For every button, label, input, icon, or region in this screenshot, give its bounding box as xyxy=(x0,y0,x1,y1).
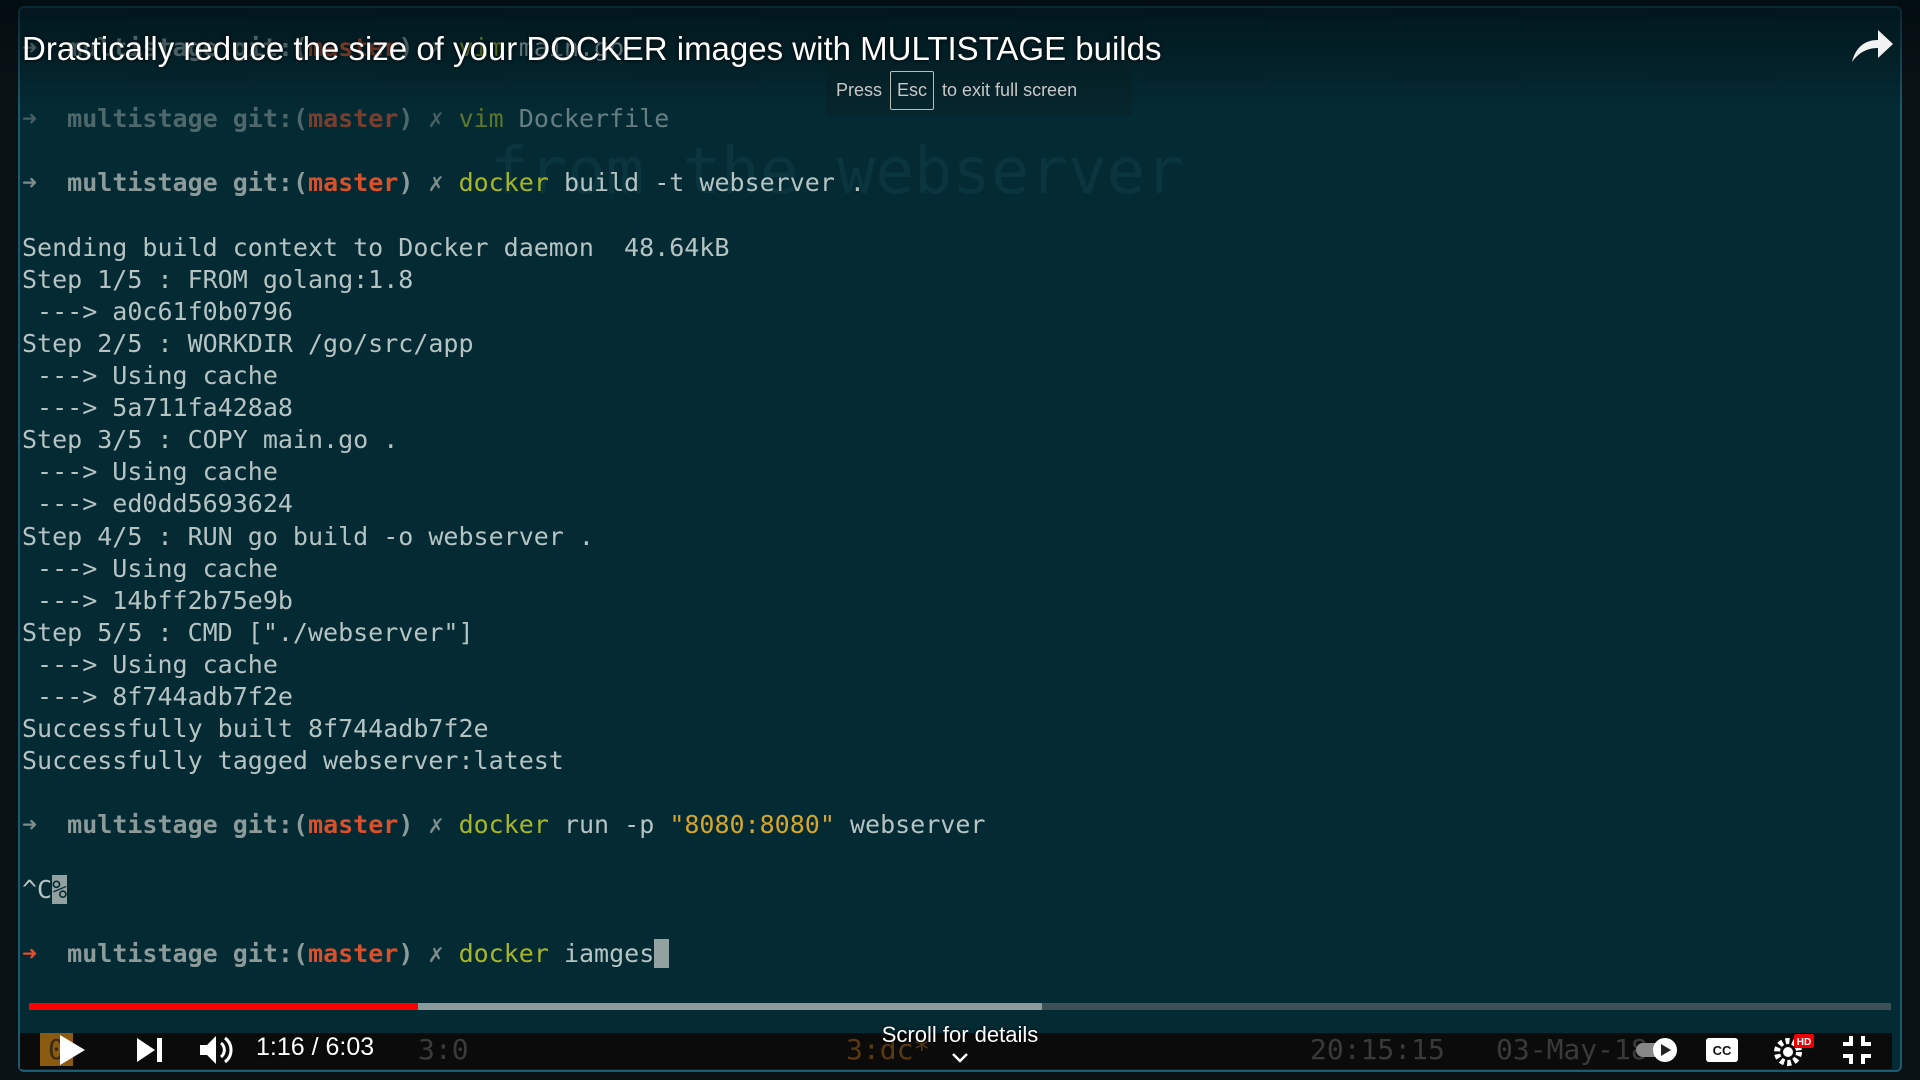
volume-icon xyxy=(200,1036,233,1064)
terminal-line: ---> 5a711fa428a8 xyxy=(22,393,293,423)
terminal-line: Step 1/5 : FROM golang:1.8 xyxy=(22,264,414,294)
terminal-line: ➜ multistage git:(master) ✗ docker run -… xyxy=(22,810,986,840)
play-button[interactable] xyxy=(52,1030,92,1070)
autoplay-icon xyxy=(1636,1038,1677,1062)
autoplay-toggle[interactable] xyxy=(1636,1030,1678,1070)
captions-button[interactable]: CC xyxy=(1704,1030,1740,1070)
scroll-for-details[interactable]: Scroll for details xyxy=(860,1022,1060,1048)
exit-fullscreen-button[interactable] xyxy=(1838,1030,1876,1070)
terminal-input-line[interactable]: ➜ multistage git:(master) ✗ docker iamge… xyxy=(22,938,985,970)
terminal-line: ---> Using cache xyxy=(22,457,278,487)
terminal-line: Step 2/5 : WORKDIR /go/src/app xyxy=(22,328,474,358)
terminal-line: ---> ed0dd5693624 xyxy=(22,489,293,519)
terminal-line: Step 5/5 : CMD ["./webserver"] xyxy=(22,617,474,647)
terminal-line: Successfully built 8f744adb7f2e xyxy=(22,714,489,744)
terminal-line: Sending build context to Docker daemon 4… xyxy=(22,232,730,262)
svg-text:HD: HD xyxy=(1797,1037,1811,1048)
time-display: 1:16 / 6:03 xyxy=(256,1033,375,1061)
chevron-down-icon[interactable] xyxy=(948,1050,972,1066)
terminal-line: ---> Using cache xyxy=(22,553,278,583)
terminal-line: ---> Using cache xyxy=(22,649,278,679)
terminal-line: ^C% xyxy=(22,874,68,904)
settings-icon: HD xyxy=(1774,1034,1814,1066)
share-icon[interactable] xyxy=(1850,28,1894,64)
video-title[interactable]: Drastically reduce the size of your DOCK… xyxy=(22,30,1161,68)
cc-icon: CC xyxy=(1706,1038,1738,1062)
played-bar xyxy=(29,1003,419,1010)
play-icon xyxy=(60,1035,85,1065)
terminal-line: ---> 8f744adb7f2e xyxy=(22,681,293,711)
next-button[interactable] xyxy=(132,1030,168,1070)
terminal-line: ---> a0c61f0b0796 xyxy=(22,296,293,326)
svg-text:CC: CC xyxy=(1713,1043,1732,1058)
exit-fullscreen-toast: Press Esc to exit full screen xyxy=(826,64,1132,116)
terminal-line: ---> 14bff2b75e9b xyxy=(22,585,293,615)
exit-fullscreen-icon xyxy=(1843,1036,1871,1064)
next-icon xyxy=(137,1038,162,1062)
settings-button[interactable]: HD xyxy=(1770,1030,1816,1070)
progress-bar[interactable] xyxy=(29,1003,1891,1010)
terminal-cursor xyxy=(654,938,670,968)
terminal-line: Successfully tagged webserver:latest xyxy=(22,746,564,776)
volume-button[interactable] xyxy=(196,1030,236,1070)
terminal-line: ➜ multistage git:(master) ✗ docker build… xyxy=(22,168,865,198)
terminal-line: Step 3/5 : COPY main.go . xyxy=(22,425,399,455)
terminal-line: Step 4/5 : RUN go build -o webserver . xyxy=(22,521,594,551)
terminal-line: ---> Using cache xyxy=(22,361,278,391)
terminal-output: ➜ multistage git:(master) ✗ vim main.go … xyxy=(22,7,985,1002)
